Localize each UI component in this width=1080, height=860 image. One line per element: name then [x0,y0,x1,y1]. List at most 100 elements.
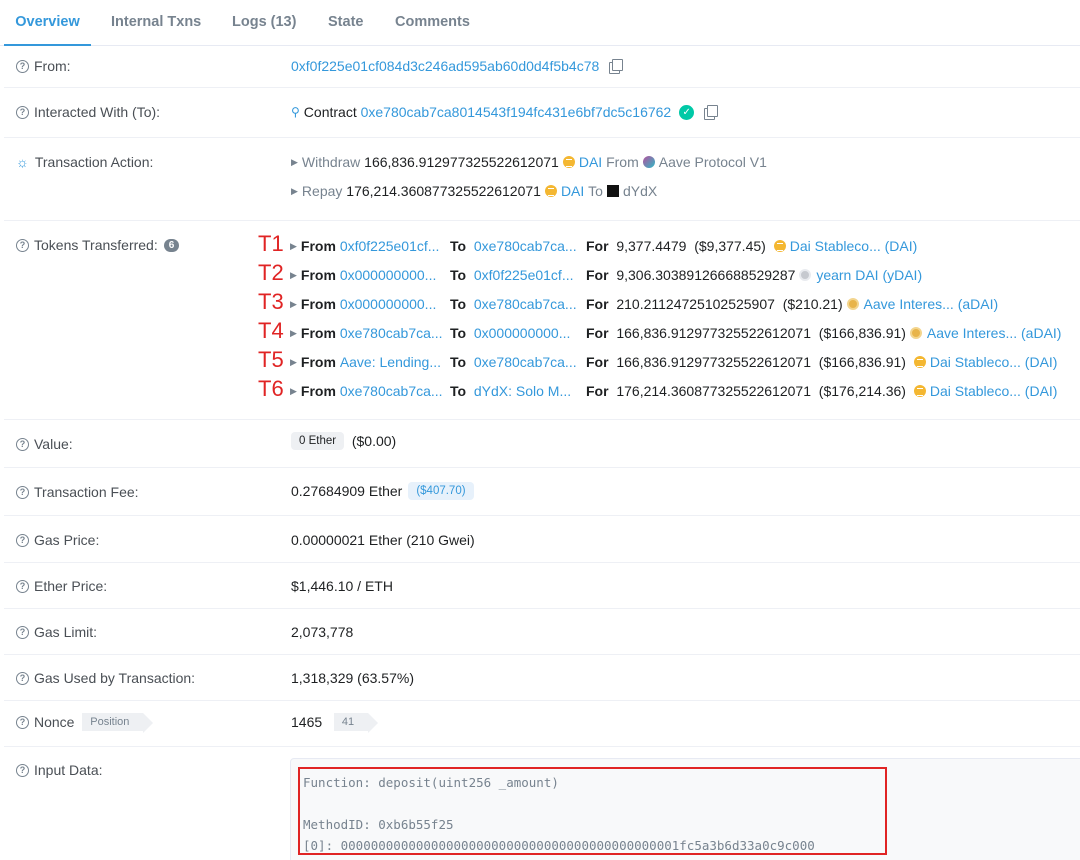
transfer-token-link[interactable]: Aave Interes... (aDAI) [864,296,999,312]
input-label: Input Data: [34,762,103,778]
ether-price-row: ? Ether Price: $1,446.10 / ETH [4,563,1080,609]
ether-price-label-wrap: ? Ether Price: [16,578,107,594]
gas-limit-row: ? Gas Limit: 2,073,778 [4,609,1080,655]
action-token-link[interactable]: DAI [579,154,602,170]
transfer-from-link[interactable]: 0xf0f225e01cf... [340,238,440,254]
action-party: Aave Protocol V1 [658,154,767,170]
action-prep: To [588,183,603,199]
interacted-value: ⚲ Contract 0xe780cab7ca8014543f194fc431e… [291,104,719,120]
fee-label: Transaction Fee: [34,484,139,500]
gas-used-label-wrap: ? Gas Used by Transaction: [16,670,195,686]
interacted-label-wrap: ? Interacted With (To): [16,104,160,120]
ether-price-value: $1,446.10 / ETH [291,578,393,594]
tokens-count-badge: 6 [163,238,180,252]
for-word: For [586,354,609,370]
annotation-frame [298,767,887,855]
to-word: To [450,267,467,283]
transfer-from-link[interactable]: 0x000000000... [340,296,437,312]
to-word: To [450,325,467,341]
dai-token-icon [544,185,557,197]
ydai-icon [799,269,812,281]
from-address-link[interactable]: 0xf0f225e01cf084d3c246ad595ab60d0d4f5b4c… [291,58,599,74]
nonce-row: ? Nonce Position 1465 41 [4,701,1080,747]
help-icon: ? [16,671,29,685]
action-amount: 166,836.912977325522612071 [364,154,559,170]
interacted-label: Interacted With (To): [34,104,161,120]
nonce-value-wrap: 1465 41 [291,713,379,733]
tokens-label-wrap: ? Tokens Transferred: 6 [16,237,180,253]
transfer-token-link[interactable]: yearn DAI (yDAI) [816,267,922,283]
gas-used-row: ? Gas Used by Transaction: 1,318,329 (63… [4,655,1080,701]
to-word: To [450,296,467,312]
tab-internal-txns[interactable]: Internal Txns [111,0,201,46]
gas-used-label: Gas Used by Transaction: [34,670,196,686]
transfer-row: ▶ From 0xe780cab7ca... To 0x000000000... Fo… [290,324,1080,342]
value-label: Value: [34,436,73,452]
to-word: To [450,383,467,399]
nonce-value: 1465 [291,714,323,730]
help-icon: ? [16,485,29,499]
for-word: For [586,383,609,399]
caret-right-icon: ▶ [290,327,297,338]
transfer-amount: 166,836.912977325522612071 [616,325,811,341]
transfer-to-link[interactable]: dYdX: Solo M... [474,383,571,399]
for-word: For [586,325,609,341]
dai-icon [773,240,786,252]
gas-limit-label: Gas Limit: [34,624,98,640]
copy-icon[interactable] [704,105,719,120]
tab-bar: Overview Internal Txns Logs (13) State C… [0,0,1080,46]
aave-icon [642,156,655,168]
value-row: ? Value: 0 Ether ($0.00) [4,420,1080,468]
transfer-from-link[interactable]: 0xe780cab7ca... [340,383,443,399]
transfer-row: ▶ From 0xe780cab7ca... To dYdX: Solo M... F… [290,382,1080,400]
to-word: To [450,354,467,370]
transfer-from-link[interactable]: Aave: Lending... [340,354,441,370]
for-word: For [586,238,609,254]
help-icon: ? [16,715,29,729]
transfer-annotation-tag: T2 [258,260,284,285]
transfer-to-link[interactable]: 0xe780cab7ca... [474,238,577,254]
transfer-from-link[interactable]: 0xe780cab7ca... [340,325,443,341]
gas-limit-value: 2,073,778 [291,624,354,640]
tab-comments[interactable]: Comments [395,0,470,46]
transfer-token-link[interactable]: Dai Stableco... (DAI) [790,238,918,254]
transfer-token-link[interactable]: Dai Stableco... (DAI) [930,383,1058,399]
action-verb: Withdraw [301,154,361,170]
transfer-annotation-tag: T3 [258,289,284,314]
fee-usd-pill: ($407.70) [408,482,474,500]
copy-icon[interactable] [609,59,624,74]
tab-overview[interactable]: Overview [4,0,91,46]
caret-right-icon: ▶ [290,356,297,367]
search-icon: ⚲ [291,105,300,119]
action-label-wrap: ☼ Transaction Action: [16,154,153,170]
transfer-usd: ($166,836.91) [818,354,906,370]
action-party: dYdX [622,183,658,199]
nonce-label: Nonce [34,714,75,730]
tab-logs[interactable]: Logs (13) [232,0,296,46]
caret-right-icon: ▶ [290,269,297,280]
gas-limit-label-wrap: ? Gas Limit: [16,624,97,640]
action-label: Transaction Action: [34,154,154,170]
caret-right-icon: ▶ [290,298,297,309]
contract-address-link[interactable]: 0xe780cab7ca8014543f194fc431e6bf7dc5c167… [361,104,672,120]
transfer-to-link[interactable]: 0xe780cab7ca... [474,296,577,312]
for-word: For [586,296,609,312]
adai-icon [846,298,859,310]
transfer-from-link[interactable]: 0x000000000... [340,267,437,283]
transfer-token-link[interactable]: Dai Stableco... (DAI) [930,354,1058,370]
tab-state[interactable]: State [328,0,363,46]
help-icon: ? [16,763,29,777]
transfer-usd: ($9,377.45) [694,238,766,254]
action-token-link[interactable]: DAI [561,183,584,199]
transfer-annotation-tag: T4 [258,318,284,343]
transfer-token-link[interactable]: Aave Interes... (aDAI) [927,325,1062,341]
transfer-to-link[interactable]: 0xf0f225e01cf... [474,267,574,283]
action-row: ☼ Transaction Action: ▶ Withdraw 166,836… [4,138,1080,221]
adai-icon [909,327,922,339]
transfer-to-link[interactable]: 0x000000000... [474,325,571,341]
from-word: From [300,267,336,283]
ether-price-label: Ether Price: [34,578,108,594]
transfer-amount: 176,214.360877325522612071 [616,383,811,399]
transfer-to-link[interactable]: 0xe780cab7ca... [474,354,577,370]
fee-row: ? Transaction Fee: 0.27684909 Ether ($40… [4,468,1080,516]
